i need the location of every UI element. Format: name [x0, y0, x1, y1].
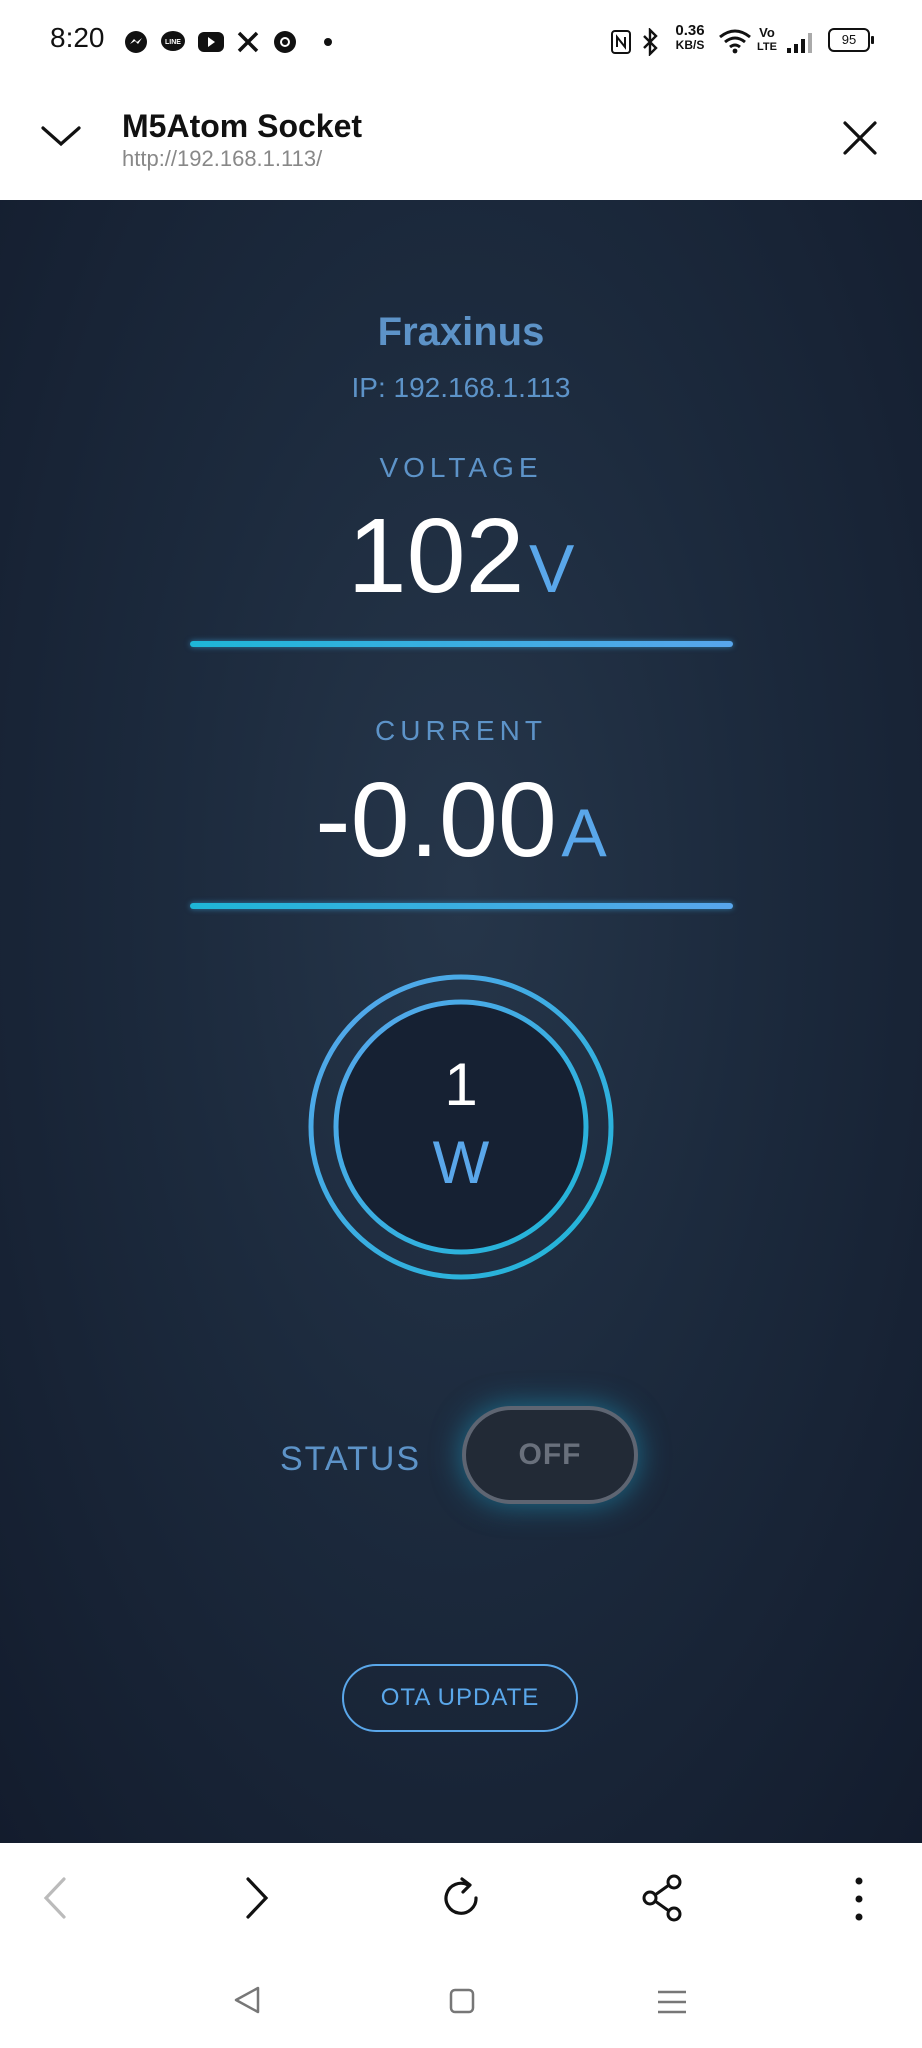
wifi-icon — [719, 29, 751, 54]
power-toggle-button[interactable]: OFF — [462, 1406, 638, 1504]
current-label: CURRENT — [375, 715, 547, 746]
svg-text:LINE: LINE — [165, 39, 181, 46]
status-bar: 8:20 LINE 0.36 KB/S Vo LTE 95 — [0, 0, 922, 80]
page-title: M5Atom Socket — [122, 108, 363, 144]
signal-icon — [787, 33, 812, 53]
system-back-icon[interactable] — [232, 1985, 262, 2015]
refresh-icon[interactable] — [436, 1873, 486, 1923]
power-gauge — [308, 974, 614, 1280]
nfc-icon — [611, 30, 631, 54]
current-bar — [190, 903, 733, 909]
voltage-label: VOLTAGE — [379, 452, 543, 483]
device-ip: IP: 192.168.1.113 — [351, 372, 571, 403]
more-options-icon[interactable] — [852, 1875, 866, 1923]
chevron-down-icon[interactable] — [40, 122, 82, 150]
volte-indicator: Vo LTE — [757, 25, 777, 54]
forward-icon[interactable] — [240, 1875, 274, 1921]
close-icon[interactable] — [842, 120, 878, 156]
current-value: -0.00 — [315, 761, 557, 879]
browser-toolbar — [0, 1843, 922, 2048]
youtube-icon — [198, 32, 224, 52]
page-url: http://192.168.1.113/ — [122, 146, 323, 171]
device-name: Fraxinus — [377, 310, 545, 354]
network-speed: 0.36 KB/S — [675, 22, 705, 52]
chrome-icon — [274, 31, 296, 53]
share-icon[interactable] — [640, 1873, 686, 1923]
back-icon[interactable] — [38, 1875, 72, 1921]
current-readout: -0.00 A — [0, 760, 922, 880]
battery-icon: 95 — [828, 28, 874, 52]
bluetooth-icon — [643, 28, 658, 56]
current-unit: A — [561, 795, 607, 871]
line-icon: LINE — [161, 31, 185, 51]
system-menu-icon[interactable] — [656, 1989, 688, 2015]
ota-update-button[interactable]: OTA UPDATE — [342, 1664, 578, 1732]
voltage-readout: 102 V — [0, 496, 922, 616]
voltage-value: 102 — [347, 497, 525, 615]
status-time: 8:20 — [50, 22, 105, 53]
status-label: STATUS — [280, 1440, 422, 1478]
power-unit: W — [432, 1129, 490, 1196]
voltage-bar — [190, 641, 733, 647]
toggle-state-text: OFF — [518, 1438, 582, 1471]
dot-icon — [324, 38, 332, 46]
power-value: 1 — [444, 1051, 478, 1118]
voltage-unit: V — [528, 531, 575, 607]
system-home-icon[interactable] — [448, 1987, 476, 2015]
x-icon — [237, 31, 259, 53]
messenger-icon — [125, 31, 147, 53]
